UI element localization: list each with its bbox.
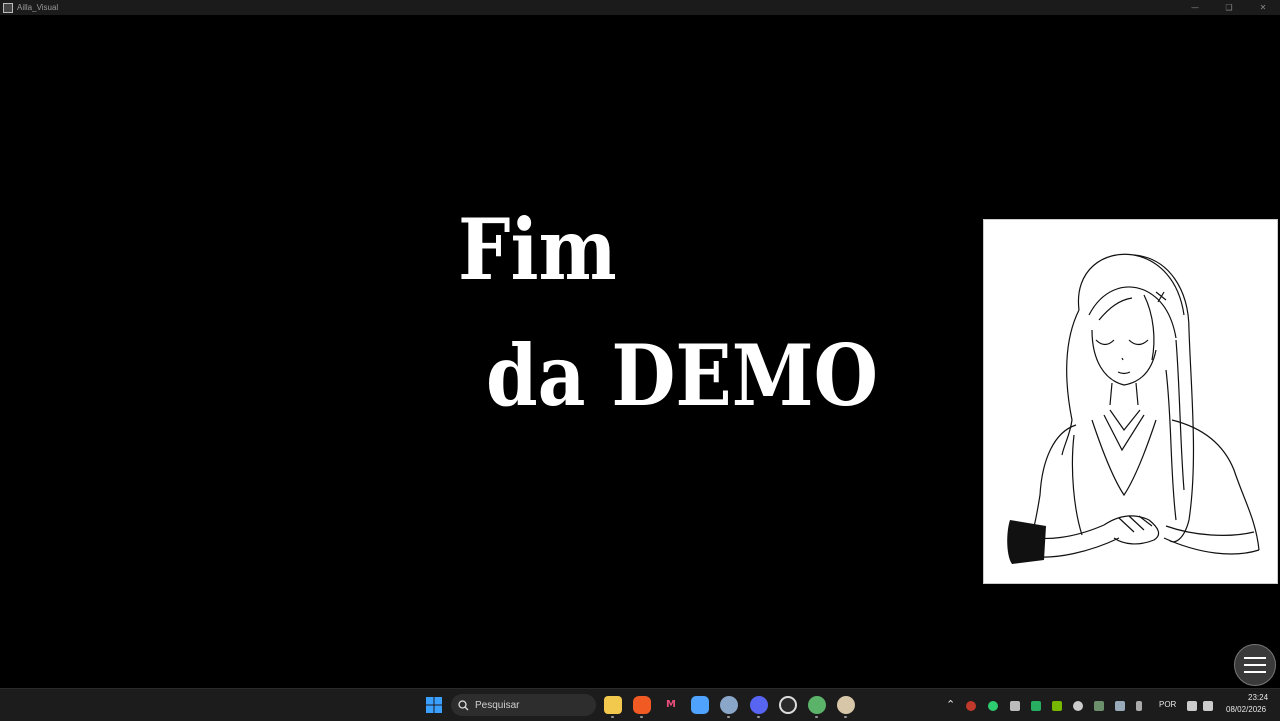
- close-icon[interactable]: ✕: [1246, 0, 1280, 15]
- steam-icon[interactable]: [1115, 701, 1125, 711]
- character-portrait: [983, 219, 1278, 584]
- end-title-line2: da DEMO: [486, 326, 878, 425]
- file-explorer-icon[interactable]: [604, 696, 622, 714]
- language-indicator[interactable]: POR: [1159, 700, 1176, 709]
- app-icon[interactable]: [837, 696, 855, 714]
- window-controls: — ❑ ✕: [1178, 0, 1280, 15]
- window-title: Ailla_Visual: [17, 3, 59, 12]
- app-icon[interactable]: [808, 696, 826, 714]
- game-viewport[interactable]: Fim da DEMO: [0, 15, 1280, 688]
- tray-app-icon[interactable]: [1031, 701, 1041, 711]
- clock-date[interactable]: 08/02/2026: [1226, 705, 1266, 714]
- volume-icon[interactable]: [1203, 701, 1213, 711]
- chevron-up-icon[interactable]: ⌃: [946, 698, 955, 711]
- end-title-line1: Fim: [458, 200, 617, 299]
- running-indicator: [727, 716, 730, 718]
- running-indicator: [844, 716, 847, 718]
- settings-icon[interactable]: [720, 696, 738, 714]
- maximize-icon[interactable]: ❑: [1212, 0, 1246, 15]
- running-indicator: [640, 716, 643, 718]
- tray-app-icon[interactable]: [966, 701, 976, 711]
- app-icon[interactable]: [779, 696, 797, 714]
- tray-app-icon[interactable]: [988, 701, 998, 711]
- tray-app-icon[interactable]: [1073, 701, 1083, 711]
- running-indicator: [815, 716, 818, 718]
- search-icon: [458, 699, 469, 710]
- windows-taskbar: Pesquisar M ⌃ POR 23:24 08/02/2026: [0, 688, 1280, 721]
- tray-app-icon[interactable]: [1094, 701, 1104, 711]
- app-icon[interactable]: [691, 696, 709, 714]
- tray-app-icon[interactable]: [1010, 701, 1020, 711]
- clock-time[interactable]: 23:24: [1248, 693, 1268, 702]
- microphone-icon[interactable]: [1136, 701, 1142, 711]
- app-window-icon: [3, 2, 13, 13]
- brave-browser-icon[interactable]: [633, 696, 651, 714]
- network-icon[interactable]: [1187, 701, 1197, 711]
- search-placeholder: Pesquisar: [475, 699, 520, 711]
- hamburger-menu-icon[interactable]: [1234, 644, 1276, 686]
- running-indicator: [611, 716, 614, 718]
- running-indicator: [757, 716, 760, 718]
- windows-start-icon[interactable]: [425, 696, 443, 714]
- discord-icon[interactable]: [750, 696, 768, 714]
- window-titlebar: Ailla_Visual — ❑ ✕: [0, 0, 1280, 15]
- app-icon[interactable]: M: [662, 696, 680, 714]
- nvidia-icon[interactable]: [1052, 701, 1062, 711]
- minimize-icon[interactable]: —: [1178, 0, 1212, 15]
- taskbar-search-box[interactable]: Pesquisar: [451, 694, 596, 716]
